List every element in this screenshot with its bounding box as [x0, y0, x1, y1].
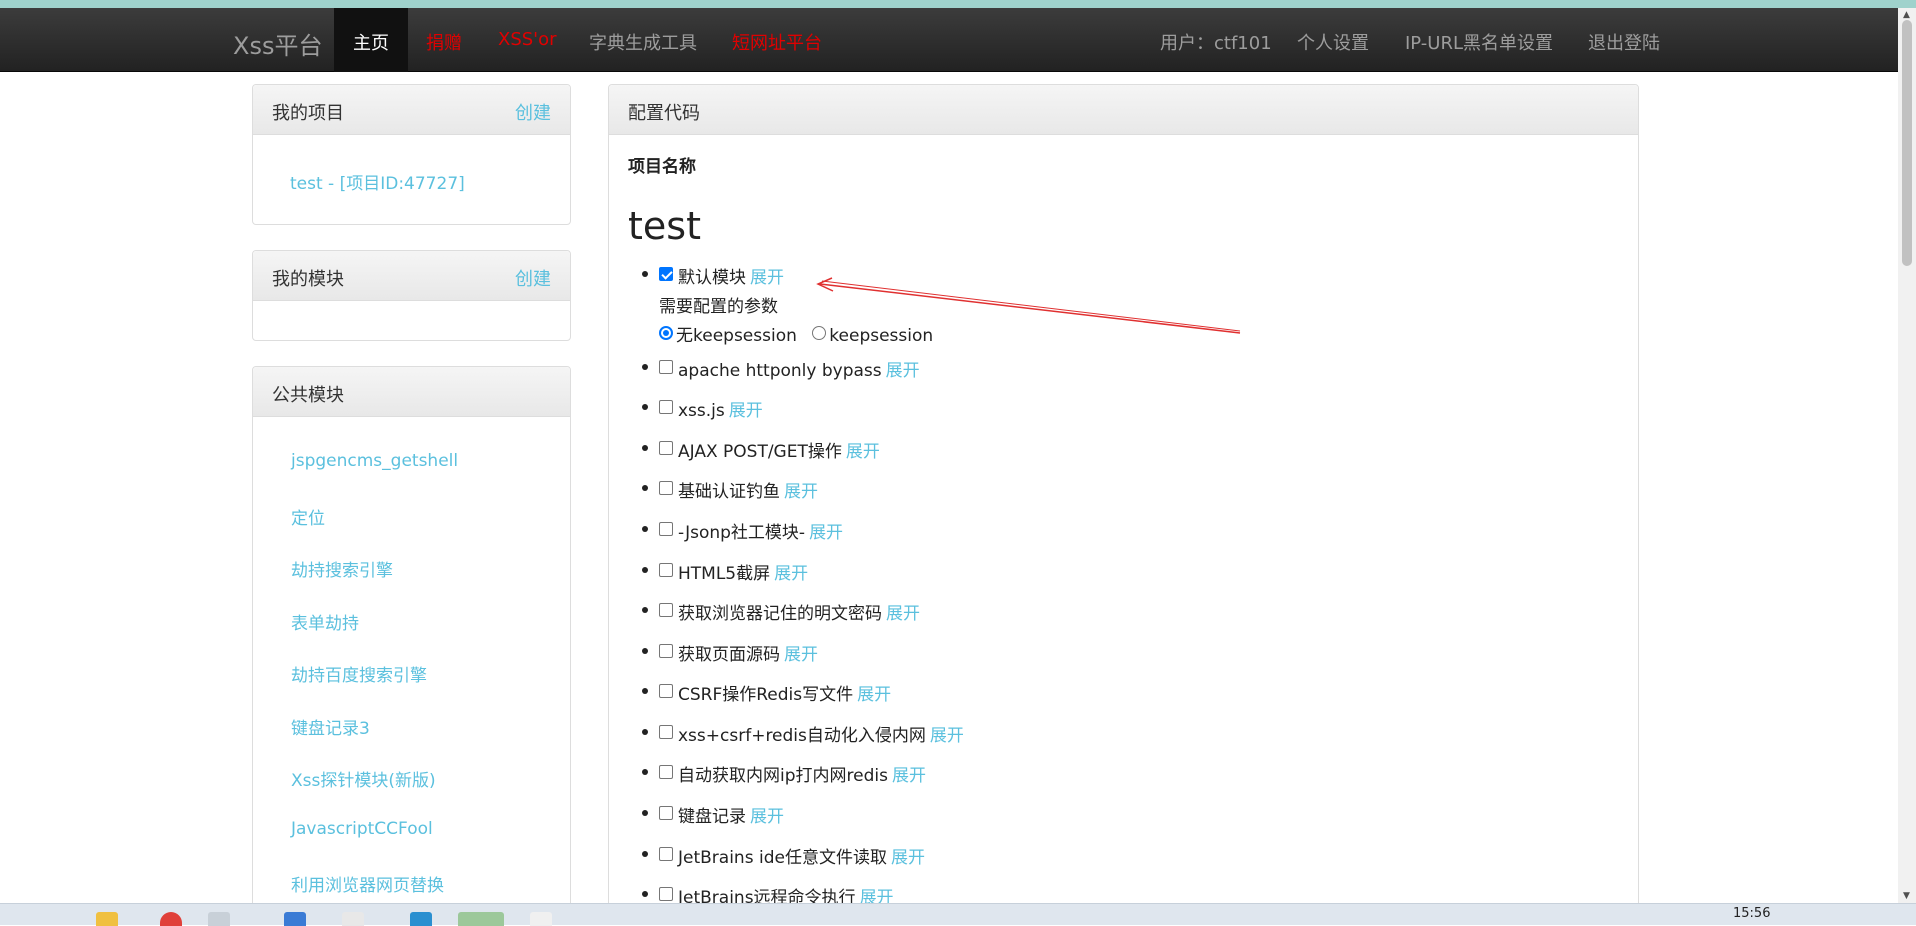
app-icon[interactable] — [410, 912, 432, 926]
os-taskbar: 15:56 — [0, 903, 1916, 926]
document-icon[interactable] — [342, 912, 364, 926]
active-app-icon[interactable] — [458, 912, 504, 926]
notepad-icon[interactable] — [530, 912, 552, 926]
folder-icon[interactable] — [96, 912, 118, 926]
taskbar-clock: 15:56 — [1733, 906, 1771, 921]
scroll-up-icon[interactable]: ▲ — [1903, 10, 1910, 20]
chrome-icon[interactable] — [160, 912, 182, 926]
annotation-arrow-icon — [816, 277, 1241, 334]
app-icon[interactable] — [284, 912, 306, 926]
scrollbar-thumb[interactable] — [1902, 20, 1912, 266]
page-scrollbar[interactable]: ▲ ▼ — [1898, 8, 1916, 903]
window-icon[interactable] — [208, 912, 230, 926]
scroll-down-icon[interactable]: ▼ — [1903, 891, 1910, 901]
